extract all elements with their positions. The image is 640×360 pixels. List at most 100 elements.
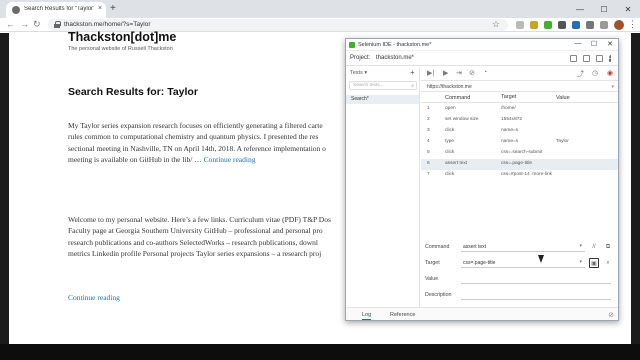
table-header: Command Target Value — [421, 93, 618, 103]
continue-reading-link[interactable]: Continue reading — [68, 293, 120, 302]
ide-window-title: Selenium IDE - thackston.me* — [358, 42, 432, 48]
more-options-icon[interactable] — [609, 55, 611, 62]
table-row[interactable]: 5 click css=.search-submit — [421, 148, 618, 159]
forward-button[interactable]: → — [20, 19, 29, 29]
project-name[interactable]: thackston.me* — [376, 55, 414, 61]
page-margin-right — [631, 33, 640, 344]
extension-icon[interactable] — [558, 21, 566, 29]
save-project-icon[interactable] — [596, 55, 603, 62]
search-result: Welcome to my personal website. Here’s a… — [68, 214, 348, 259]
table-row[interactable]: 3 click name=s — [421, 126, 618, 137]
tab-title: Search Results for “Taylor” – Thac — [24, 6, 94, 12]
chevron-down-icon[interactable]: ▾ — [579, 243, 582, 249]
tab-log[interactable]: Log — [362, 312, 372, 320]
row-target: 1554x872 — [501, 117, 523, 122]
selenium-extension-icon[interactable] — [544, 21, 552, 29]
run-test-icon[interactable]: ▶ — [443, 69, 448, 77]
result-line: Faculty page at Georgia Southern Univers… — [68, 226, 323, 236]
table-row-selected[interactable]: 6 assert text css=.page-title — [421, 159, 618, 170]
browser-menu-icon[interactable]: ⋮ — [628, 19, 637, 30]
test-search-placeholder: Search tests... — [353, 83, 384, 88]
puzzle-icon[interactable] — [586, 21, 594, 29]
row-target: name=s — [501, 128, 519, 133]
row-number: 6 — [427, 161, 430, 166]
lock-icon — [54, 21, 61, 28]
open-reference-icon[interactable]: ⧉ — [603, 242, 613, 252]
site-tagline: The personal website of Russell Thacksto… — [68, 46, 173, 52]
site-title[interactable]: Thackston[dot]me — [68, 30, 176, 44]
selenium-ide-window: Selenium IDE - thackston.me* — ☐ ✕ Proje… — [345, 38, 619, 321]
chevron-down-icon: ▾ — [611, 84, 614, 90]
table-row[interactable]: 4 type name=s Taylor — [421, 137, 618, 148]
minimize-button[interactable]: — — [568, 0, 592, 18]
result-line: My Taylor series expansion research focu… — [68, 121, 323, 130]
row-command: type — [445, 139, 455, 144]
disable-breakpoints-icon[interactable]: ⤴ — [577, 69, 584, 79]
speed-icon[interactable]: ◔ — [483, 69, 487, 76]
continue-reading-link[interactable]: Continue reading — [204, 155, 256, 164]
command-input[interactable]: assert text ▾ — [461, 242, 585, 252]
extension-icon[interactable] — [572, 21, 580, 29]
new-tab-button[interactable]: + — [110, 3, 116, 14]
pause-on-exception-icon[interactable]: ⊘ — [469, 69, 475, 77]
row-target: /home/ — [501, 106, 516, 111]
target-label: Target — [425, 260, 440, 266]
description-input[interactable] — [461, 290, 611, 300]
value-label: Value — [425, 276, 439, 282]
extension-icon[interactable] — [600, 21, 608, 29]
row-number: 4 — [427, 139, 430, 144]
test-search-input[interactable]: Search tests... ⌕ — [349, 81, 417, 90]
step-over-icon[interactable]: ⇥ — [456, 69, 462, 77]
browser-tab[interactable]: Search Results for “Taylor” – Thac × — [6, 2, 106, 18]
record-icon[interactable]: ◉ — [607, 69, 613, 77]
chevron-down-icon[interactable]: ▾ — [579, 259, 582, 265]
base-url-bar[interactable]: https://thackston.me ▾ — [421, 82, 618, 92]
back-button[interactable]: ← — [6, 19, 15, 29]
table-row[interactable]: 1 open /home/ — [421, 104, 618, 115]
tests-sidebar: Tests ▾ + Search tests... ⌕ Search* — [346, 67, 420, 307]
command-value: assert text — [463, 244, 487, 250]
base-url: https://thackston.me — [427, 84, 472, 90]
run-all-tests-icon[interactable]: ▶| — [427, 69, 434, 77]
close-window-button[interactable]: ✕ — [616, 0, 640, 18]
reload-button[interactable]: ↻ — [33, 19, 41, 30]
row-command: assert text — [445, 161, 468, 166]
target-input[interactable]: css=.page-title ▾ — [461, 258, 585, 268]
ide-maximize-button[interactable]: ☐ — [586, 40, 602, 48]
maximize-button[interactable]: ☐ — [592, 0, 616, 18]
avatar[interactable] — [614, 20, 624, 30]
table-row[interactable]: 7 click css=#post-14 .more-link — [421, 170, 618, 186]
clear-log-icon[interactable]: ⊘ — [608, 311, 614, 319]
ide-close-button[interactable]: ✕ — [602, 40, 618, 48]
row-command: click — [445, 128, 455, 133]
result-line: rules common to computational chemistry … — [68, 132, 319, 142]
timer-icon[interactable]: ◷ — [592, 69, 598, 77]
find-target-icon[interactable]: ⌕ — [603, 258, 613, 268]
open-project-icon[interactable] — [583, 55, 590, 62]
tests-dropdown[interactable]: Tests ▾ — [350, 70, 367, 76]
project-label: Project: — [350, 55, 371, 61]
value-input[interactable] — [461, 274, 611, 284]
row-target: name=s — [501, 139, 519, 144]
add-test-button[interactable]: + — [410, 68, 415, 77]
row-number: 7 — [427, 172, 430, 177]
extension-icon[interactable] — [530, 21, 538, 29]
close-tab-icon[interactable]: × — [98, 5, 102, 12]
ide-minimize-button[interactable]: — — [570, 40, 586, 48]
selenium-logo-icon — [349, 42, 355, 48]
comment-toggle-icon[interactable]: // — [589, 242, 599, 252]
select-target-icon[interactable]: ▣ — [589, 258, 599, 268]
row-number: 3 — [427, 128, 430, 133]
extension-icon[interactable] — [516, 21, 524, 29]
new-project-icon[interactable] — [570, 55, 577, 62]
command-row: Command assert text ▾ // ⧉ — [421, 241, 618, 253]
tab-reference[interactable]: Reference — [390, 312, 415, 318]
search-icon: ⌕ — [411, 83, 414, 89]
test-list-item[interactable]: Search* — [346, 95, 419, 104]
table-row[interactable]: 2 set window size 1554x872 — [421, 115, 618, 126]
tab-strip: Search Results for “Taylor” – Thac × + —… — [0, 0, 640, 18]
row-value: Taylor — [556, 139, 569, 144]
description-label: Description — [425, 292, 452, 298]
row-command: click — [445, 172, 455, 177]
bookmark-star-icon[interactable]: ☆ — [492, 19, 500, 30]
